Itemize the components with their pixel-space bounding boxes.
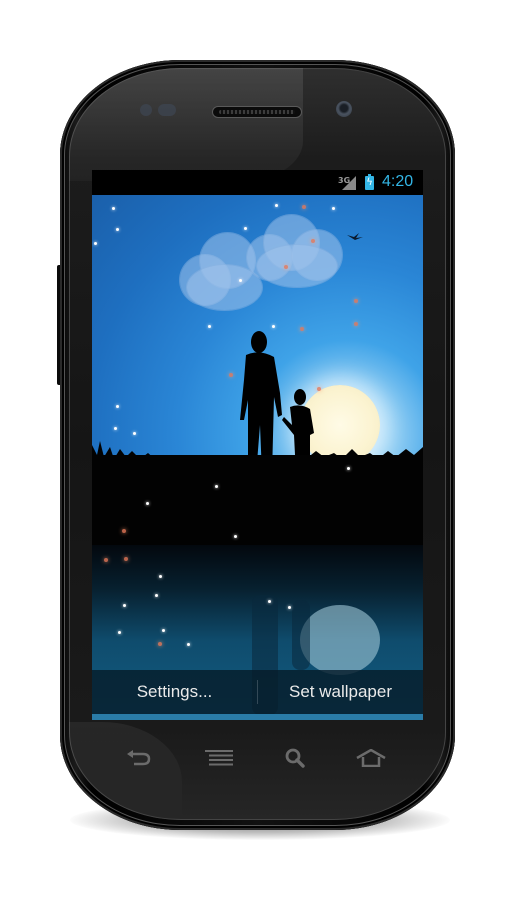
back-button[interactable] <box>114 738 164 778</box>
proximity-sensor <box>140 104 152 116</box>
hardware-nav-bar <box>100 738 420 778</box>
menu-button[interactable] <box>194 738 244 778</box>
glass-reflection <box>69 68 303 181</box>
earpiece-speaker <box>212 106 302 118</box>
search-button[interactable] <box>270 738 320 778</box>
live-wallpaper-preview <box>92 195 423 720</box>
light-sensor <box>158 104 176 116</box>
hill <box>92 455 423 545</box>
status-bar: 3G ϟ 4:20 <box>92 170 423 195</box>
wallpaper-action-bar: Settings... Set wallpaper <box>92 670 423 714</box>
bird-icon <box>347 233 363 240</box>
search-icon <box>285 748 305 768</box>
home-button[interactable] <box>346 738 396 778</box>
set-wallpaper-button[interactable]: Set wallpaper <box>258 682 423 702</box>
settings-button[interactable]: Settings... <box>92 682 257 702</box>
battery-charging-icon: ϟ <box>365 174 374 190</box>
menu-lines-icon <box>205 750 233 766</box>
moon-reflection <box>300 605 380 675</box>
status-clock: 4:20 <box>382 173 414 190</box>
signal-strength-icon <box>342 176 356 190</box>
front-camera-icon <box>336 101 352 117</box>
home-icon <box>356 749 386 767</box>
screen: 3G ϟ 4:20 Settings... Set wallpaper <box>92 170 423 720</box>
back-arrow-icon <box>127 750 151 766</box>
son-reflection <box>292 600 310 670</box>
preview-bottom-strip <box>92 714 423 720</box>
